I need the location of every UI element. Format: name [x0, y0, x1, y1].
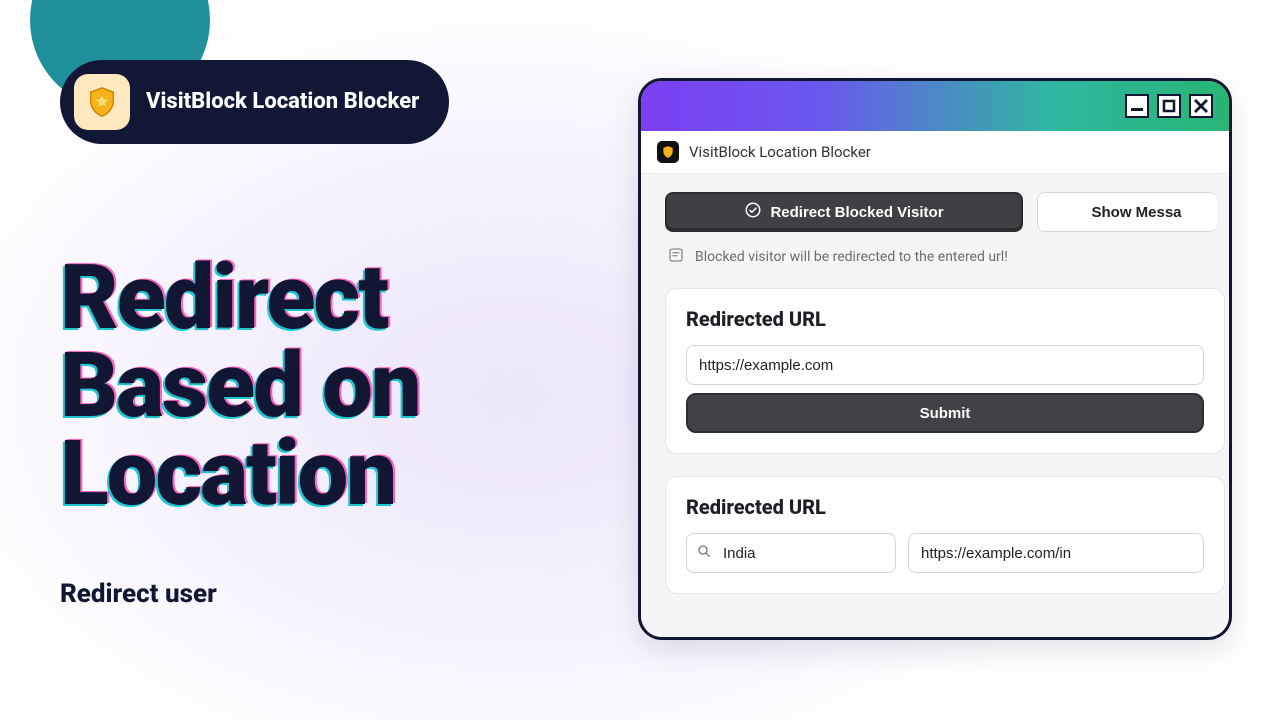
brand-pill: VisitBlock Location Blocker: [60, 60, 449, 144]
app-header: VisitBlock Location Blocker: [641, 131, 1229, 174]
app-shield-icon: [657, 141, 679, 163]
country-search-input[interactable]: [686, 533, 896, 573]
tab-show-message-label: Show Messa: [1091, 204, 1181, 221]
section1-heading: Redirected URL: [686, 307, 1204, 331]
tab-row: Redirect Blocked Visitor Show Messa: [665, 192, 1229, 232]
section2-heading: Redirected URL: [686, 495, 1204, 519]
close-button[interactable]: [1189, 94, 1213, 118]
tab-redirect-label: Redirect Blocked Visitor: [770, 204, 943, 221]
tab-redirect-blocked[interactable]: Redirect Blocked Visitor: [665, 192, 1023, 232]
hero-title: Redirect Based on Location: [60, 254, 580, 519]
hint-text: Blocked visitor will be redirected to th…: [695, 249, 1008, 265]
window-titlebar: [641, 81, 1229, 131]
country-redirect-url-input[interactable]: [908, 533, 1204, 573]
tab-show-message[interactable]: Show Messa: [1037, 192, 1217, 232]
app-title: VisitBlock Location Blocker: [689, 143, 871, 161]
search-icon: [696, 543, 712, 563]
brand-name: VisitBlock Location Blocker: [146, 89, 419, 114]
minimize-button[interactable]: [1125, 94, 1149, 118]
app-window: VisitBlock Location Blocker Redirect Blo…: [638, 78, 1232, 640]
country-redirect-card: Redirected URL: [665, 476, 1225, 594]
shield-icon: [74, 74, 130, 130]
note-icon: [667, 246, 685, 268]
hint-row: Blocked visitor will be redirected to th…: [667, 246, 1229, 268]
check-circle-icon: [744, 201, 762, 223]
redirect-url-card: Redirected URL Submit: [665, 288, 1225, 454]
hero-subtitle: Redirect user: [60, 579, 580, 609]
submit-button[interactable]: Submit: [686, 393, 1204, 433]
redirect-url-input[interactable]: [686, 345, 1204, 385]
maximize-button[interactable]: [1157, 94, 1181, 118]
